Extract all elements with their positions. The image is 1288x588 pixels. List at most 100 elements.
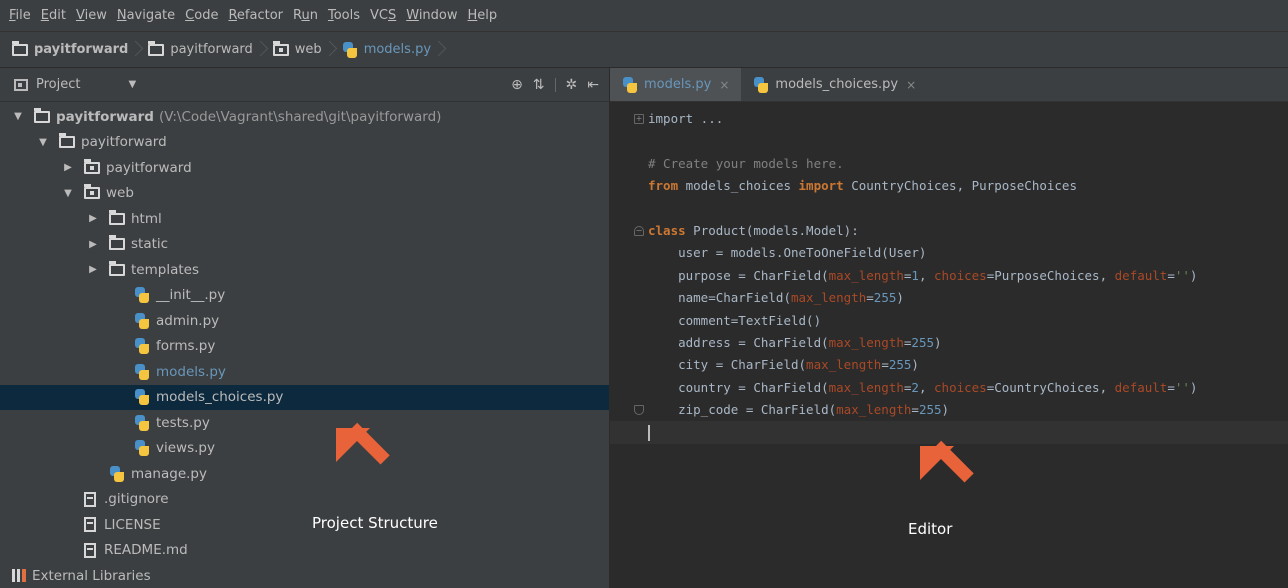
expand-right-icon[interactable]: ▶ — [87, 239, 99, 250]
project-tree: ▼ payitforward (V:\Code\Vagrant\shared\git… — [0, 102, 609, 588]
toolbar-separator — [554, 78, 556, 92]
menu-item[interactable]: Tools — [323, 8, 365, 23]
menu-item[interactable]: Window — [401, 8, 462, 23]
code-token: ) — [1189, 379, 1198, 395]
code-token: max_length — [791, 290, 867, 306]
menu-item[interactable]: Edit — [36, 8, 71, 23]
tree-item[interactable]: ▶manage.py — [0, 461, 609, 487]
breadcrumb-label: web — [294, 42, 322, 57]
locate-icon[interactable]: ⊕ — [511, 77, 523, 93]
code-area[interactable]: + − import ... # Create your models here.… — [610, 102, 1288, 444]
menu-item[interactable]: Code — [180, 8, 223, 23]
tree-item[interactable]: ▼ payitforward — [0, 130, 609, 156]
tree-item[interactable]: ▶.gitignore — [0, 487, 609, 513]
tree-item[interactable]: ▼ payitforward (V:\Code\Vagrant\shared\git… — [0, 104, 609, 130]
package-icon — [272, 40, 289, 56]
menu-mnemonic: S — [387, 8, 397, 23]
hide-panel-icon[interactable]: ⇤ — [587, 77, 599, 93]
menu-item[interactable]: File — [4, 8, 36, 23]
tree-item-label: External Libraries — [32, 567, 151, 584]
tree-item-label: payitforward — [56, 108, 154, 125]
tab-label: models_choices.py — [775, 77, 899, 92]
code-token: ) — [896, 290, 904, 306]
code-line — [610, 421, 1288, 444]
code-line: zip_code = CharField(max_length=255) — [610, 399, 1288, 421]
tree-item-label: html — [131, 210, 162, 227]
breadcrumb-item[interactable]: payitforward — [148, 32, 253, 67]
code-token: CountryChoices, PurposeChoices — [843, 178, 1077, 194]
breadcrumb-label: payitforward — [34, 42, 129, 57]
code-token: default — [1114, 267, 1168, 283]
expand-down-icon[interactable]: ▼ — [37, 137, 49, 148]
project-tool-window: Project ▼ ⊕ ⇅ ✲ ⇤ ▼ payitforward (V:\Code\… — [0, 68, 610, 588]
tree-item[interactable]: ▶forms.py — [0, 334, 609, 360]
menu-item[interactable]: VCS — [365, 8, 401, 23]
folder-icon — [59, 133, 75, 149]
tree-item[interactable]: ▶models_choices.py — [0, 384, 609, 410]
code-line: class Product(models.Model): — [610, 220, 1288, 242]
menu-item[interactable]: View — [71, 8, 112, 23]
tree-item-label: static — [131, 236, 169, 253]
code-token: = — [1167, 267, 1175, 283]
code-token: ) — [911, 357, 919, 373]
tree-item[interactable]: ▶ payitforward — [0, 155, 609, 181]
tree-item-label: admin.py — [156, 312, 220, 329]
menu-item[interactable]: Help — [463, 8, 503, 23]
breadcrumb-item[interactable]: web — [272, 32, 322, 67]
gear-icon[interactable]: ✲ — [566, 77, 578, 93]
folder-icon — [34, 107, 50, 123]
chevron-down-icon[interactable]: ▼ — [128, 79, 136, 90]
code-token: '' — [1174, 379, 1190, 395]
menu-bar: File Edit View Navigate Code Refactor Run Tools… — [0, 0, 1288, 32]
tree-item[interactable]: ▶ static — [0, 232, 609, 258]
menu-item[interactable]: Navigate — [112, 8, 180, 23]
menu-mnemonic: N — [116, 8, 127, 23]
tree-item[interactable]: ▶tests.py — [0, 410, 609, 436]
tree-item[interactable]: ▶ html — [0, 206, 609, 232]
expand-right-icon[interactable]: ▶ — [87, 213, 99, 224]
project-structure-callout: Project Structure — [312, 514, 438, 532]
editor-tab[interactable]: models_choices.py × — [741, 68, 928, 101]
tree-item-label: views.py — [156, 440, 215, 457]
code-token: zip_code = CharField( — [648, 402, 837, 418]
code-token: max_length — [806, 357, 882, 373]
tree-item-label: models.py — [156, 363, 226, 380]
tree-item[interactable]: ▶__init__.py — [0, 283, 609, 309]
tree-item[interactable]: ▶README.md — [0, 538, 609, 564]
project-view-title[interactable]: Project — [36, 77, 80, 92]
menu-item[interactable]: Refactor — [223, 8, 288, 23]
tree-item-label: LICENSE — [104, 516, 161, 533]
code-token: choices — [934, 379, 987, 395]
project-path: (V:\Code\Vagrant\shared\git\payitforward… — [158, 108, 442, 125]
menu-item[interactable]: Run — [288, 8, 323, 23]
code-token: 2 — [911, 379, 919, 395]
close-icon[interactable]: × — [906, 78, 916, 92]
tree-item[interactable]: ▶models.py — [0, 359, 609, 385]
tree-item[interactable]: External Libraries — [0, 563, 609, 588]
code-line: country = CharField(max_length = 2, choice… — [610, 377, 1288, 399]
code-token: max_length — [828, 267, 904, 283]
breadcrumb-item[interactable]: payitforward — [12, 32, 128, 67]
code-token: import ... — [648, 111, 724, 126]
tree-item[interactable]: ▶ templates — [0, 257, 609, 283]
tree-item[interactable]: ▼ web — [0, 181, 609, 207]
package-icon — [84, 158, 100, 174]
expand-down-icon[interactable]: ▼ — [62, 188, 74, 199]
collapse-all-icon[interactable]: ⇅ — [533, 77, 545, 93]
tree-item[interactable]: ▶views.py — [0, 436, 609, 462]
expand-right-icon[interactable]: ▶ — [87, 264, 99, 275]
tree-item-label: payitforward — [81, 134, 167, 151]
breadcrumb-item[interactable]: models.py — [342, 32, 431, 67]
arrow-icon — [336, 428, 386, 478]
python-file-icon — [342, 41, 358, 58]
expand-down-icon[interactable]: ▼ — [12, 111, 24, 122]
tree-item[interactable]: ▶admin.py — [0, 308, 609, 334]
editor-tabs: models.py × models_choices.py × — [610, 68, 1288, 102]
navigation-breadcrumb: payitforward payitforward web models.py — [0, 32, 1288, 68]
code-token: default — [1114, 379, 1168, 395]
tree-item[interactable]: ▶LICENSE — [0, 512, 609, 538]
close-icon[interactable]: × — [719, 78, 729, 92]
editor-tab[interactable]: models.py × — [610, 68, 742, 101]
expand-right-icon[interactable]: ▶ — [62, 162, 74, 173]
